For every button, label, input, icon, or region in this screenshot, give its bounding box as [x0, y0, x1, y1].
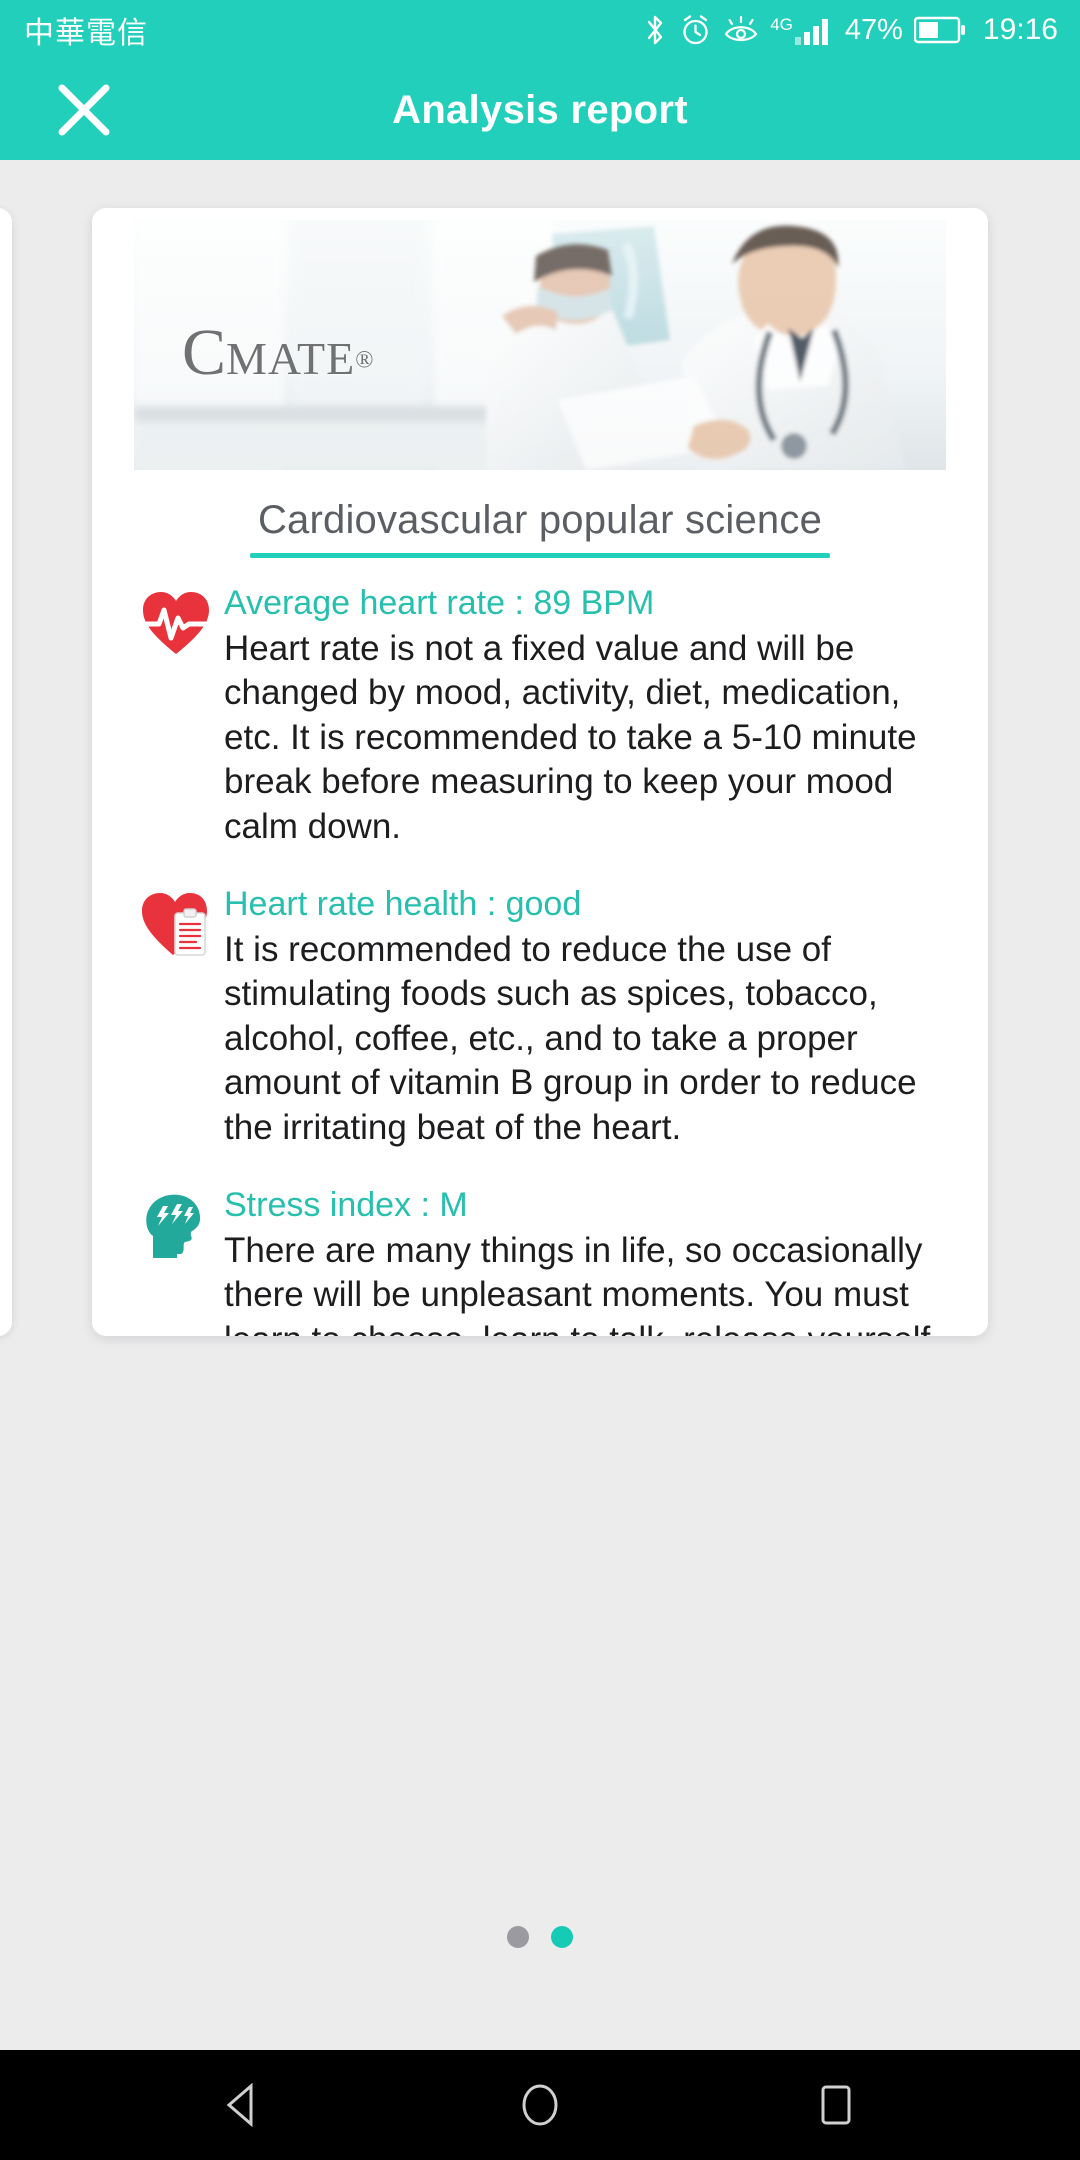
battery-icon [913, 15, 966, 45]
registered-trademark-icon: ® [355, 347, 374, 374]
report-card: CMATE® Cardiovascular popular science Av… [92, 208, 988, 1336]
section-body: Stress index : M There are many things i… [216, 1184, 944, 1336]
section-average-heart-rate: Average heart rate : 89 BPM Heart rate i… [136, 582, 944, 849]
battery-percent-label: 47% [844, 13, 903, 46]
recents-square-icon [821, 2085, 851, 2125]
report-pager[interactable]: CMATE® Cardiovascular popular science Av… [0, 160, 1080, 1990]
back-triangle-icon [226, 2082, 253, 2128]
page-dot-1[interactable] [507, 1926, 529, 1948]
close-button[interactable] [36, 62, 132, 158]
stress-head-icon [136, 1184, 216, 1266]
section-heading: Average heart rate : 89 BPM [224, 584, 655, 622]
page-dot-2[interactable] [551, 1926, 573, 1948]
section-text: Heart rate is not a fixed value and will… [224, 628, 917, 846]
previous-card-peek[interactable] [0, 208, 12, 1336]
close-icon [58, 84, 110, 136]
section-text: There are many things in life, so occasi… [224, 1230, 940, 1336]
section-body: Heart rate health : good It is recommend… [216, 883, 944, 1150]
system-navigation-bar [0, 2050, 1080, 2160]
heart-pulse-icon [136, 582, 216, 664]
heart-report-icon [136, 883, 216, 965]
recents-button[interactable] [788, 2057, 884, 2153]
home-circle-icon [522, 2084, 558, 2126]
carrier-label: 中華電信 [24, 16, 148, 51]
network-type-label: 4G [770, 15, 793, 34]
section-text: It is recommended to reduce the use of s… [224, 929, 917, 1147]
section-stress-index: Stress index : M There are many things i… [136, 1184, 944, 1336]
clock-label: 19:16 [982, 13, 1058, 46]
hero-image: CMATE® [134, 220, 946, 470]
sections-list: Average heart rate : 89 BPM Heart rate i… [92, 558, 988, 1336]
status-icons: 4G 47% 19:16 [642, 13, 1058, 47]
back-button[interactable] [196, 2057, 292, 2153]
page-title: Analysis report [392, 87, 688, 132]
logo-letter-c: C [182, 316, 227, 389]
document-title: Cardiovascular popular science [257, 498, 823, 542]
section-heading: Stress index : M [224, 1186, 468, 1225]
cmate-logo: CMATE® [182, 320, 374, 386]
home-button[interactable] [492, 2057, 588, 2153]
status-bar: 中華電信 4G 47% 19:16 [0, 0, 1080, 60]
section-heading: Heart rate health : good [224, 885, 582, 924]
logo-text-mate: MATE [226, 333, 356, 384]
app-bar: Analysis report [0, 60, 1080, 160]
section-heart-rate-health: Heart rate health : good It is recommend… [136, 883, 944, 1150]
page-indicator [0, 1926, 1080, 1948]
bluetooth-icon [642, 13, 668, 47]
signal-icon: 4G [770, 13, 834, 47]
eye-comfort-icon [723, 13, 759, 47]
section-body: Average heart rate : 89 BPM Heart rate i… [216, 582, 944, 849]
alarm-icon [679, 13, 712, 47]
